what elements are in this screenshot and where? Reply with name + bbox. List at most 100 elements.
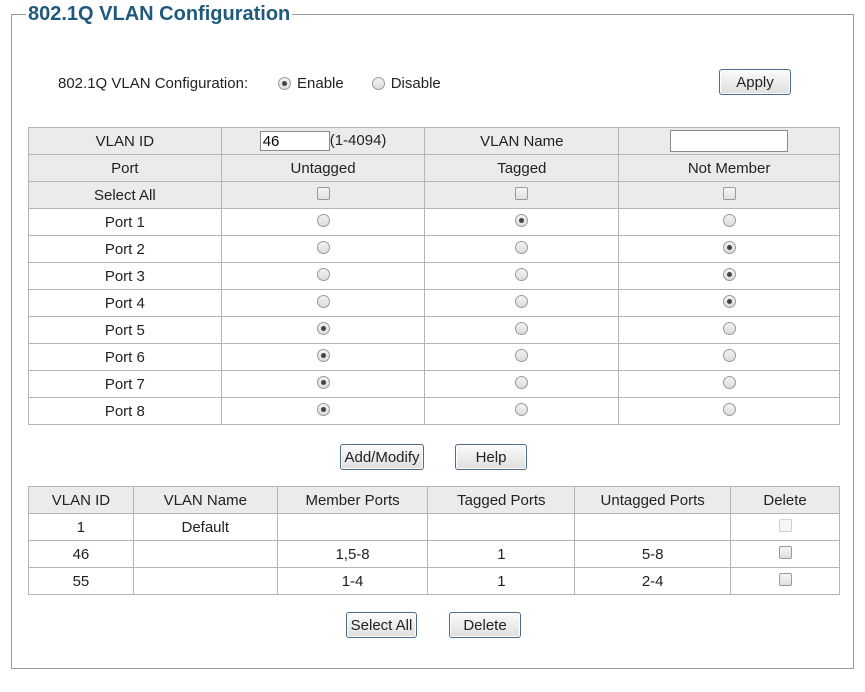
- port-tagged-cell: [424, 289, 620, 317]
- member-ports-cell: 1,5-8: [276, 540, 429, 568]
- vlan-list-table: VLAN ID VLAN Name Member Ports Tagged Po…: [28, 486, 840, 595]
- port-untagged-cell: [220, 262, 426, 290]
- vlan-id-label: VLAN ID: [28, 127, 222, 155]
- port-row: Port 6: [28, 343, 840, 371]
- delete-cell: [730, 540, 840, 568]
- port-name: Port 4: [28, 289, 222, 317]
- port-tagged-radio[interactable]: [515, 294, 529, 308]
- vlan-id-cell: 1: [28, 513, 134, 541]
- vlan-mode-row: 802.1Q VLAN Configuration: Enable Disabl…: [58, 72, 469, 94]
- select-all-tagged-checkbox[interactable]: [515, 186, 529, 200]
- select-all-button[interactable]: Select All: [346, 612, 417, 638]
- port-untagged-radio[interactable]: [316, 240, 330, 254]
- col-vlan-name-header: VLAN Name: [132, 486, 278, 514]
- port-tagged-radio[interactable]: [515, 267, 529, 281]
- port-untagged-cell: [220, 208, 426, 236]
- delete-checkbox[interactable]: [778, 545, 792, 559]
- port-not-member-cell: [618, 397, 840, 425]
- vlan-list-row: 46 1,5-8 1 5-8: [28, 540, 840, 568]
- port-name: Port 2: [28, 235, 222, 263]
- help-button[interactable]: Help: [455, 444, 527, 470]
- vlan-id-cell: (1-4094): [220, 127, 426, 155]
- port-not-member-cell: [618, 343, 840, 371]
- select-all-not-member-checkbox[interactable]: [722, 186, 736, 200]
- port-header-row: Port Untagged Tagged Not Member: [28, 154, 840, 182]
- port-tagged-radio[interactable]: [515, 348, 529, 362]
- port-not-member-cell: [618, 370, 840, 398]
- port-not-member-radio[interactable]: [722, 375, 736, 389]
- delete-cell: [730, 567, 840, 595]
- vlan-name-cell: [618, 127, 840, 155]
- col-tagged-ports-header: Tagged Ports: [427, 486, 576, 514]
- col-untagged-header: Untagged: [220, 154, 426, 182]
- delete-checkbox: [778, 518, 792, 532]
- enable-radio[interactable]: [278, 76, 291, 90]
- port-not-member-radio[interactable]: [722, 348, 736, 362]
- page-title: 802.1Q VLAN Configuration: [26, 3, 293, 26]
- vlan-id-range: (1-4094): [329, 131, 387, 149]
- port-untagged-radio[interactable]: [316, 213, 330, 227]
- port-tagged-radio[interactable]: [515, 321, 529, 335]
- port-untagged-radio[interactable]: [316, 375, 330, 389]
- port-untagged-radio[interactable]: [316, 294, 330, 308]
- disable-label: Disable: [390, 74, 441, 92]
- vlan-name-input[interactable]: [670, 130, 789, 152]
- tagged-ports-cell: 1: [427, 567, 576, 595]
- vlan-id-cell: 46: [28, 540, 134, 568]
- vlan-id-row: VLAN ID (1-4094) VLAN Name: [28, 127, 840, 155]
- port-untagged-radio[interactable]: [316, 321, 330, 335]
- apply-button[interactable]: Apply: [719, 69, 791, 95]
- select-all-row: Select All: [28, 181, 840, 209]
- port-row: Port 5: [28, 316, 840, 344]
- port-untagged-cell: [220, 370, 426, 398]
- untagged-ports-cell: [574, 513, 732, 541]
- col-tagged-header: Tagged: [424, 154, 620, 182]
- disable-radio[interactable]: [371, 76, 385, 90]
- port-not-member-radio[interactable]: [722, 294, 736, 308]
- port-not-member-radio[interactable]: [722, 402, 736, 416]
- add-modify-button[interactable]: Add/Modify: [340, 444, 424, 470]
- delete-cell: [730, 513, 840, 541]
- enable-label: Enable: [297, 74, 344, 92]
- vlan-list-row: 1 Default: [28, 513, 840, 541]
- port-row: Port 8: [28, 397, 840, 425]
- delete-checkbox[interactable]: [778, 572, 792, 586]
- port-not-member-radio[interactable]: [722, 213, 736, 227]
- select-all-untagged-checkbox[interactable]: [316, 186, 330, 200]
- port-tagged-cell: [424, 343, 620, 371]
- port-not-member-radio[interactable]: [722, 267, 736, 281]
- port-tagged-cell: [424, 262, 620, 290]
- port-untagged-cell: [220, 343, 426, 371]
- port-tagged-radio[interactable]: [515, 240, 529, 254]
- port-not-member-cell: [618, 289, 840, 317]
- vlan-mode-label: 802.1Q VLAN Configuration:: [58, 74, 249, 92]
- disable-option[interactable]: Disable: [371, 74, 441, 92]
- port-tagged-radio[interactable]: [515, 375, 529, 389]
- port-untagged-radio[interactable]: [316, 402, 330, 416]
- port-untagged-cell: [220, 235, 426, 263]
- port-not-member-radio[interactable]: [722, 240, 736, 254]
- port-name: Port 6: [28, 343, 222, 371]
- port-not-member-radio[interactable]: [722, 321, 736, 335]
- port-untagged-cell: [220, 316, 426, 344]
- port-name: Port 1: [28, 208, 222, 236]
- port-untagged-radio[interactable]: [316, 348, 330, 362]
- vlan-id-input[interactable]: [259, 131, 330, 151]
- vlan-name-label: VLAN Name: [424, 127, 620, 155]
- vlan-name-cell: [132, 567, 278, 595]
- select-all-not-member-cell: [618, 181, 840, 209]
- enable-option[interactable]: Enable: [278, 75, 344, 92]
- port-untagged-cell: [220, 289, 426, 317]
- delete-button[interactable]: Delete: [449, 612, 521, 638]
- vlan-name-cell: [132, 540, 278, 568]
- port-untagged-radio[interactable]: [316, 267, 330, 281]
- vlan-id-cell: 55: [28, 567, 134, 595]
- port-tagged-radio[interactable]: [515, 213, 529, 227]
- select-all-untagged-cell: [220, 181, 426, 209]
- port-tagged-cell: [424, 370, 620, 398]
- port-not-member-cell: [618, 316, 840, 344]
- port-tagged-cell: [424, 316, 620, 344]
- port-name: Port 3: [28, 262, 222, 290]
- select-all-tagged-cell: [424, 181, 620, 209]
- port-tagged-radio[interactable]: [515, 402, 529, 416]
